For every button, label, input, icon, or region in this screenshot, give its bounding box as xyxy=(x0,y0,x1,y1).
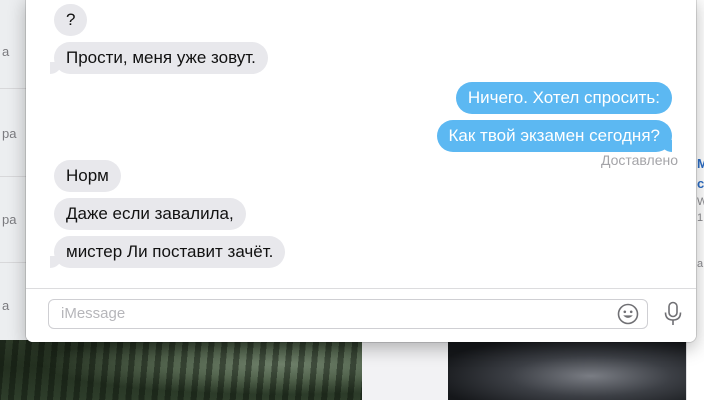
background-text-fragment: а xyxy=(2,298,10,313)
outgoing-message[interactable]: Ничего. Хотел спросить: xyxy=(455,82,672,114)
microphone-icon[interactable] xyxy=(662,301,684,327)
delivered-status: Доставлено xyxy=(600,152,678,168)
divider xyxy=(0,176,28,177)
incoming-message[interactable]: ? xyxy=(54,4,88,36)
background-text-fragment: W xyxy=(697,196,704,208)
background-photo-forest xyxy=(0,340,362,400)
background-text-fragment: с xyxy=(697,176,704,191)
divider xyxy=(0,88,28,89)
incoming-message[interactable]: Даже если завалила, xyxy=(54,198,246,230)
background-text-fragment: ра xyxy=(2,212,17,227)
incoming-message[interactable]: Норм xyxy=(54,160,121,192)
bubble-tail xyxy=(50,256,62,268)
background-text-fragment: а xyxy=(2,44,10,59)
background-text-fragment: ра xyxy=(2,126,17,141)
emoji-smile-icon[interactable] xyxy=(617,303,639,325)
background-text-fragment: 1 xyxy=(697,212,704,224)
background-text-fragment: а xyxy=(697,258,704,270)
message-transcript[interactable]: ? Прости, меня уже зовут. Ничего. Хотел … xyxy=(26,0,696,288)
bubble-tail xyxy=(50,62,62,74)
composer-bar: iMessage xyxy=(26,288,696,342)
background-photo-car-interior xyxy=(448,340,686,400)
message-input-placeholder: iMessage xyxy=(61,305,126,322)
background-text-fragment: М xyxy=(697,156,704,171)
messages-window: ? Прости, меня уже зовут. Ничего. Хотел … xyxy=(26,0,696,342)
incoming-message[interactable]: мистер Ли поставит зачёт. xyxy=(54,236,286,268)
outgoing-message[interactable]: Как твой экзамен сегодня? xyxy=(436,120,672,152)
incoming-message[interactable]: Прости, меня уже зовут. xyxy=(54,42,268,74)
background-panel xyxy=(362,340,448,400)
divider xyxy=(0,262,28,263)
background-left-window: а ра ра а xyxy=(0,0,28,340)
message-input[interactable]: iMessage xyxy=(48,299,648,329)
